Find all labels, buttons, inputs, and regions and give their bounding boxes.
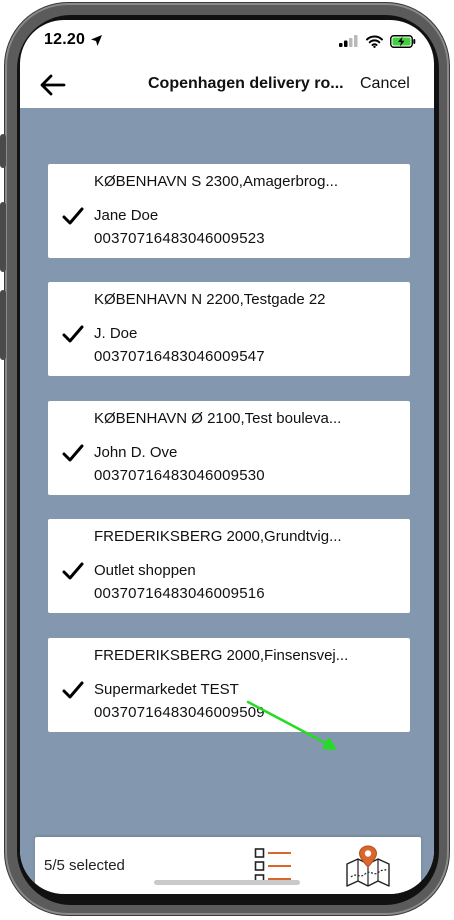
- shipment-code: 00370716483046009509: [94, 704, 265, 721]
- navigation-bar: Copenhagen delivery ro... Cancel: [20, 62, 434, 108]
- checkmark-icon[interactable]: [62, 443, 84, 463]
- delivery-card[interactable]: KØBENHAVN S 2300,Amagerbrog... Jane Doe …: [48, 164, 410, 258]
- delivery-address: KØBENHAVN Ø 2100,Test bouleva...: [94, 410, 342, 427]
- phone-volume-up: [0, 202, 6, 272]
- recipient-name: Outlet shoppen: [94, 562, 196, 579]
- delivery-address: KØBENHAVN N 2200,Testgade 22: [94, 291, 326, 308]
- status-bar: 12.20: [20, 20, 434, 62]
- location-arrow-icon: [91, 35, 102, 46]
- back-arrow-icon[interactable]: [38, 72, 68, 98]
- shipment-code: 00370716483046009547: [94, 348, 265, 365]
- delivery-card[interactable]: FREDERIKSBERG 2000,Grundtvig... Outlet s…: [48, 519, 410, 613]
- recipient-name: Supermarkedet TEST: [94, 681, 239, 698]
- selected-count: 5/5 selected: [44, 857, 125, 874]
- delivery-card[interactable]: KØBENHAVN N 2200,Testgade 22 J. Doe 0037…: [48, 282, 410, 376]
- delivery-address: FREDERIKSBERG 2000,Finsensvej...: [94, 647, 349, 664]
- delivery-list: KØBENHAVN S 2300,Amagerbrog... Jane Doe …: [20, 108, 434, 894]
- checkmark-icon[interactable]: [62, 206, 84, 226]
- cancel-button[interactable]: Cancel: [360, 75, 410, 93]
- delivery-card[interactable]: FREDERIKSBERG 2000,Finsensvej... Superma…: [48, 638, 410, 732]
- wifi-icon: [366, 35, 383, 48]
- recipient-name: John D. Ove: [94, 444, 178, 461]
- shipment-code: 00370716483046009530: [94, 467, 265, 484]
- phone-volume-down: [0, 290, 6, 360]
- checkmark-icon[interactable]: [62, 680, 84, 700]
- shipment-code: 00370716483046009516: [94, 585, 265, 602]
- delivery-address: KØBENHAVN S 2300,Amagerbrog...: [94, 173, 338, 190]
- checkmark-icon[interactable]: [62, 561, 84, 581]
- status-icons: [339, 34, 416, 48]
- recipient-name: Jane Doe: [94, 207, 159, 224]
- shipment-code: 00370716483046009523: [94, 230, 265, 247]
- home-indicator: [154, 880, 300, 885]
- map-route-icon[interactable]: [345, 844, 391, 888]
- selection-toolbar: 5/5 selected: [35, 837, 421, 894]
- delivery-address: FREDERIKSBERG 2000,Grundtvig...: [94, 528, 342, 545]
- phone-mute-switch: [0, 134, 6, 168]
- battery-charging-icon: [390, 34, 416, 48]
- delivery-card[interactable]: KØBENHAVN Ø 2100,Test bouleva... John D.…: [48, 401, 410, 495]
- status-time: 12.20: [44, 31, 86, 48]
- page-title: Copenhagen delivery ro...: [148, 75, 344, 92]
- checkmark-icon[interactable]: [62, 324, 84, 344]
- phone-screen: 12.20 Copenhagen delivery ro... Cancel K…: [20, 20, 434, 894]
- recipient-name: J. Doe: [94, 325, 138, 342]
- cellular-signal-icon: [339, 35, 358, 47]
